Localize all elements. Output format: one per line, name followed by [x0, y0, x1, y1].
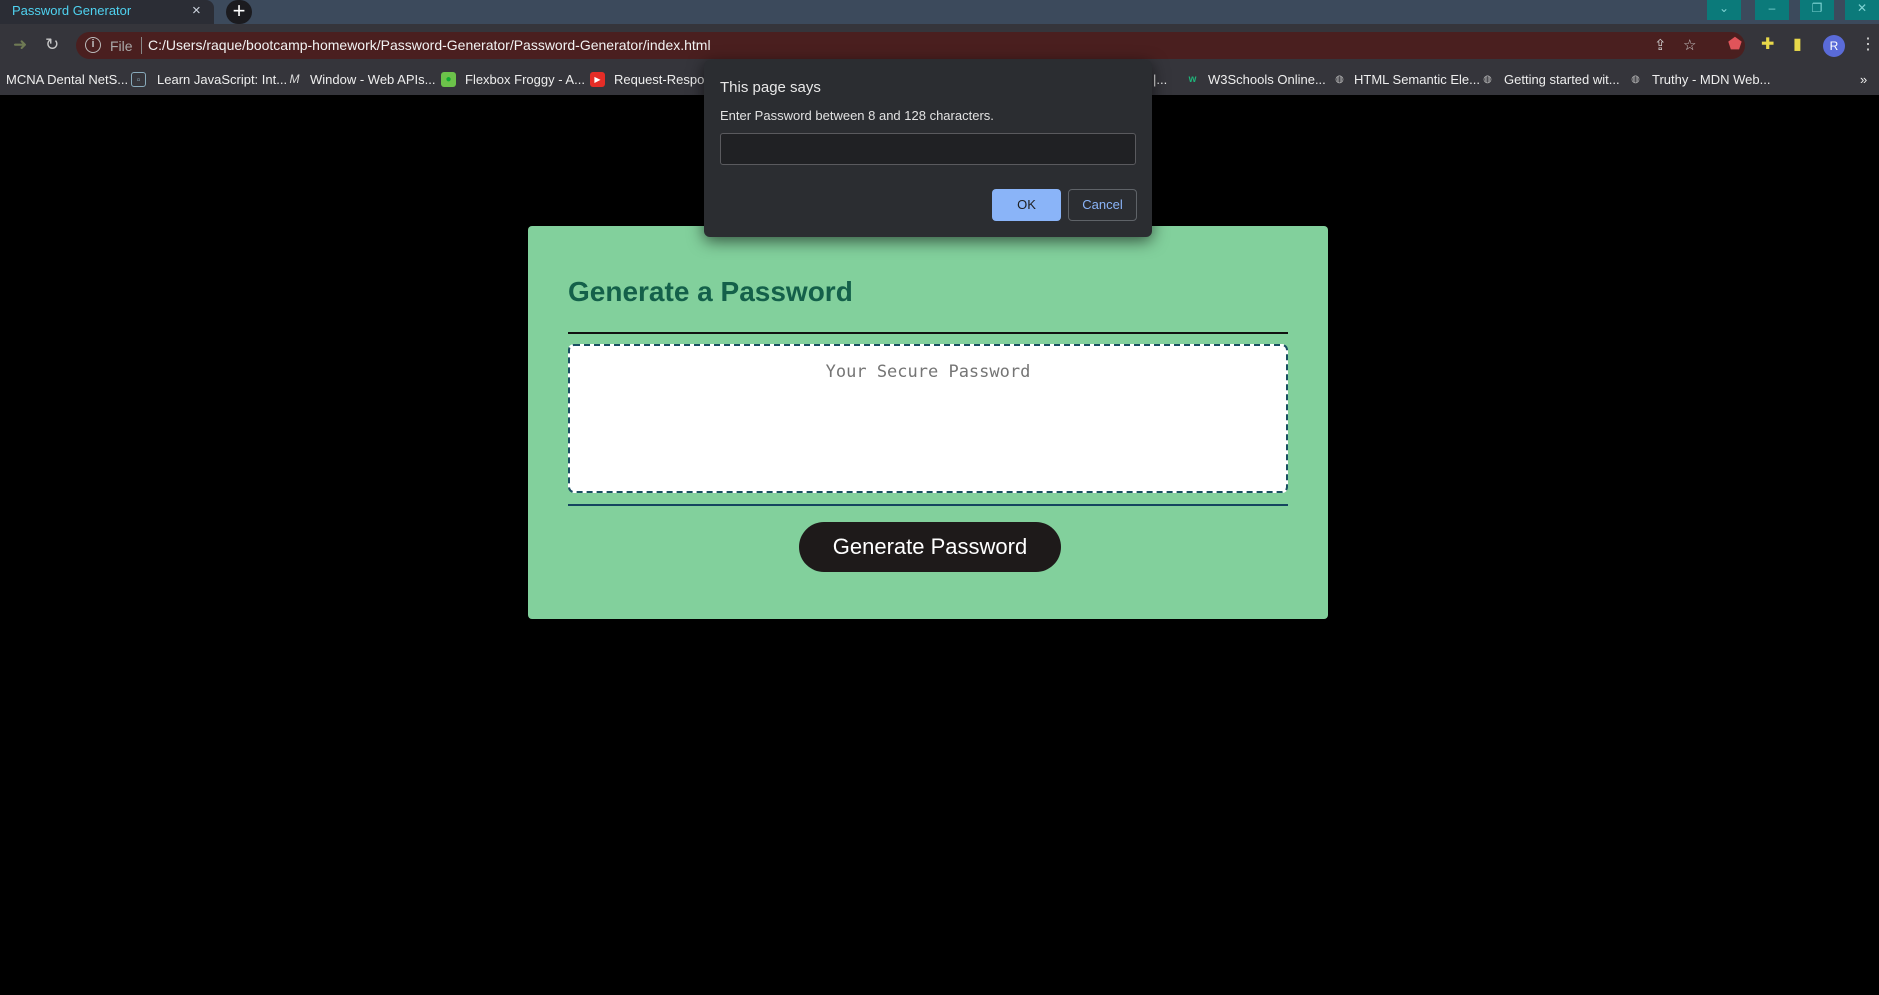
tab-password-generator[interactable]: Password Generator ×	[0, 0, 214, 24]
bookmark-item[interactable]: W3Schools Online...	[1208, 72, 1326, 87]
header-divider	[568, 332, 1288, 334]
generate-password-button[interactable]: Generate Password	[799, 522, 1061, 572]
bookmark-item[interactable]: Getting started wit...	[1504, 72, 1620, 87]
password-textarea[interactable]: Your Secure Password	[568, 344, 1288, 493]
bookmark-item[interactable]: MCNA Dental NetS...	[6, 72, 128, 87]
dialog-message: Enter Password between 8 and 128 charact…	[720, 108, 994, 123]
url-divider	[141, 37, 142, 54]
bookmark-item[interactable]: HTML Semantic Ele...	[1354, 72, 1480, 87]
bookmark-item[interactable]: Window - Web APIs...	[310, 72, 435, 87]
minimize-icon[interactable]: –	[1755, 0, 1789, 20]
footer-divider	[568, 504, 1288, 506]
dialog-title: This page says	[720, 79, 821, 96]
bookmark-star-icon[interactable]: ☆	[1683, 36, 1696, 54]
password-card: Generate a Password Your Secure Password…	[528, 226, 1328, 619]
prompt-dialog: This page says Enter Password between 8 …	[704, 60, 1152, 237]
tab-title: Password Generator	[12, 3, 132, 18]
profile-avatar[interactable]: R	[1823, 35, 1845, 57]
bookmark-item[interactable]: Truthy - MDN Web...	[1652, 72, 1770, 87]
bookmark-item[interactable]: |...	[1153, 72, 1167, 87]
tab-strip: Password Generator × + ⌄ – ❐ ✕	[0, 0, 1879, 24]
globe-icon: ◍	[1631, 74, 1640, 85]
youtube-icon: ▶	[590, 72, 605, 87]
side-panel-icon[interactable]: ▮	[1793, 36, 1802, 54]
globe-icon: ◍	[1335, 74, 1344, 85]
reload-icon[interactable]: ↻	[45, 36, 59, 54]
info-icon[interactable]: i	[85, 37, 101, 53]
cancel-button[interactable]: Cancel	[1068, 189, 1137, 221]
close-window-icon[interactable]: ✕	[1845, 0, 1879, 20]
bookmark-item[interactable]: Flexbox Froggy - A...	[465, 72, 585, 87]
forward-arrow-icon[interactable]: ➜	[13, 36, 27, 54]
mdn-icon: M	[289, 72, 300, 86]
frog-icon: ●	[441, 72, 456, 87]
w3schools-icon: w	[1188, 74, 1197, 85]
address-bar[interactable]: i File C:/Users/raque/bootcamp-homework/…	[76, 32, 1745, 59]
tab-search-icon[interactable]: ⌄	[1707, 0, 1741, 20]
url-scheme-label: File	[110, 38, 133, 54]
puzzle-extensions-icon[interactable]: ✚	[1761, 36, 1774, 54]
extension-icon[interactable]: ⬟	[1728, 36, 1742, 54]
menu-kebab-icon[interactable]: ⋮	[1860, 36, 1876, 54]
dialog-input[interactable]	[720, 133, 1136, 165]
bookmark-item[interactable]: Learn JavaScript: Int...	[157, 72, 287, 87]
globe-icon: ◍	[1483, 74, 1492, 85]
page-icon: ▫	[131, 72, 146, 87]
bookmarks-overflow-icon[interactable]: »	[1860, 72, 1867, 87]
page-title: Generate a Password	[568, 276, 853, 307]
new-tab-button[interactable]: +	[226, 0, 252, 24]
ok-button[interactable]: OK	[992, 189, 1061, 221]
url-text[interactable]: C:/Users/raque/bootcamp-homework/Passwor…	[148, 37, 711, 53]
password-placeholder: Your Secure Password	[825, 362, 1031, 382]
tab-close-icon[interactable]: ×	[192, 2, 201, 20]
share-icon[interactable]: ⇪	[1654, 36, 1667, 54]
restore-icon[interactable]: ❐	[1800, 0, 1834, 20]
bookmark-item[interactable]: Request-Respons	[614, 72, 718, 87]
